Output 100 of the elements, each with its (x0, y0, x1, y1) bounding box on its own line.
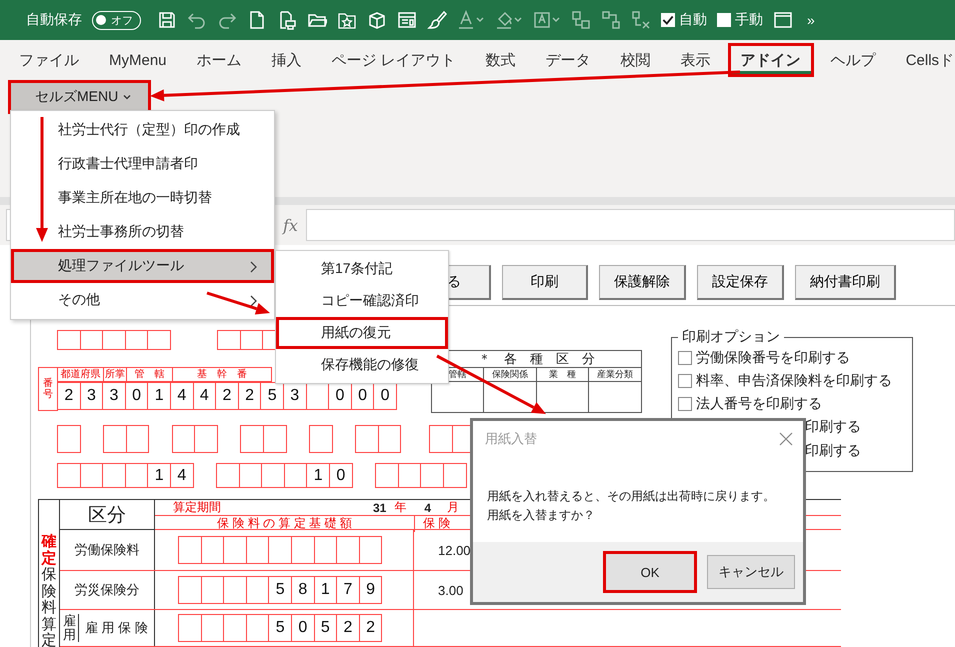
form-cell (336, 536, 360, 564)
ribbon-tab[interactable]: ホーム (184, 43, 255, 77)
form-cell: 0 (124, 382, 148, 410)
form-cell (124, 463, 148, 488)
sheet-button[interactable]: 保護解除 (599, 265, 686, 300)
form-cell: 1 (147, 463, 171, 488)
form-cell (238, 463, 262, 488)
form-cell (309, 425, 333, 453)
form-cell (147, 330, 171, 350)
form-cell (284, 463, 308, 488)
shapes-cross-icon[interactable] (631, 10, 651, 30)
form-cell (261, 463, 285, 488)
ribbon-tab[interactable]: MyMenu (96, 43, 180, 77)
ribbon-tab[interactable]: Cellsド (892, 43, 955, 77)
checkbox[interactable] (678, 374, 692, 388)
column-header: 保険関係 (484, 368, 537, 382)
form-cell: 0 (329, 463, 353, 488)
checkbox[interactable] (661, 13, 675, 27)
checkbox[interactable] (717, 13, 731, 27)
sheet-button[interactable]: 印刷 (502, 265, 588, 300)
form-cell: 2 (238, 382, 262, 410)
form-cell: 0 (290, 614, 315, 642)
form-icon[interactable] (397, 10, 417, 30)
menu-item[interactable]: コピー確認済印 (276, 285, 448, 317)
form-cell (57, 425, 81, 453)
form-cell: 4 (192, 382, 216, 410)
menu-item[interactable]: 処理ファイルツール (11, 249, 274, 283)
year-label: 年 (394, 499, 406, 516)
checkbox[interactable] (678, 396, 692, 410)
month-value: 4 (424, 500, 432, 514)
form-cell (246, 576, 270, 604)
form-cell (240, 425, 264, 453)
ribbon-tab[interactable]: アドイン (728, 43, 814, 77)
function-label[interactable]: fx (283, 216, 298, 234)
form-cell (223, 576, 247, 604)
form-cell: 1 (306, 463, 330, 488)
menu-item[interactable]: その他 (11, 283, 274, 317)
shapes-icon[interactable] (571, 10, 591, 30)
menu-item[interactable]: 行政書士代理申請者印 (11, 147, 274, 181)
annotation-arrow (206, 292, 270, 314)
checkbox[interactable] (678, 350, 692, 364)
form-cell: 2 (358, 614, 382, 642)
form-cell (200, 576, 224, 604)
chevron-right-icon (249, 295, 257, 307)
menu-item[interactable]: 保存機能の修復 (276, 349, 448, 381)
dialog-title: 用紙入替 (485, 430, 537, 448)
form-cell (420, 463, 444, 488)
column-header: 業 種 (536, 368, 590, 382)
ribbon-tab[interactable]: データ (532, 43, 604, 77)
form-cell (240, 330, 264, 350)
close-icon[interactable] (779, 432, 793, 446)
ribbon-tab[interactable]: 校閲 (608, 43, 664, 77)
ribbon-tab[interactable]: 表示 (668, 43, 724, 77)
autosave-toggle[interactable]: オフ (92, 10, 141, 30)
form-cell (398, 463, 422, 488)
window-icon[interactable] (773, 10, 793, 30)
brush-icon[interactable] (427, 10, 447, 30)
dialog-message: 用紙を入替ますか？ (487, 507, 596, 524)
form-cell (375, 463, 399, 488)
form-cell (178, 536, 202, 564)
form-cell (246, 536, 270, 564)
column-header: 管 轄 (126, 367, 173, 382)
menu-item[interactable]: 社労士代行（定型）印の作成 (11, 113, 274, 147)
menu-item[interactable]: 事業主所在地の一時切替 (11, 181, 274, 215)
text-box-icon[interactable] (533, 10, 561, 30)
sheet-button[interactable]: 設定保存 (697, 265, 784, 300)
form-cell: 5 (268, 614, 292, 642)
shapes-icon[interactable] (601, 10, 621, 30)
fill-color-icon[interactable] (495, 10, 523, 30)
menu-item[interactable]: 社労士事務所の切替 (11, 215, 274, 249)
form-cell (216, 330, 241, 350)
formula-field[interactable] (306, 209, 955, 241)
sheet-button[interactable]: 納付書印刷 (795, 265, 896, 300)
ribbon-tab[interactable]: 数式 (472, 43, 529, 77)
form-cell: 8 (290, 576, 315, 604)
side-mark: 確定 (42, 534, 56, 567)
ribbon-tab[interactable]: 挿入 (258, 43, 315, 77)
menu-item[interactable]: 第17条付記 (276, 253, 448, 285)
form-cell: 5 (314, 614, 338, 642)
form-cell (194, 425, 218, 453)
ribbon-tab[interactable]: ページ レイアウト (318, 43, 469, 77)
save-icon[interactable] (157, 10, 177, 30)
column-header: 所掌 (103, 367, 127, 382)
package-icon[interactable] (367, 10, 387, 30)
ribbon-tab[interactable]: ヘルプ (818, 43, 889, 77)
group-label: 雇用 (63, 614, 79, 642)
overflow-chevron[interactable]: » (807, 12, 815, 28)
ribbon-tab[interactable]: ファイル (6, 43, 92, 77)
chevron-right-icon (249, 261, 257, 273)
option-label: 労働保険番号を印刷する (696, 348, 850, 366)
form-cell (223, 614, 247, 642)
dialog-button[interactable]: OK (603, 551, 697, 593)
column-header: 保 険 料 の 算 定 基 礎 額 (155, 514, 415, 532)
group-title: 印刷オプション (681, 328, 781, 346)
form-cell (355, 425, 379, 453)
period-label: 算定期間 (172, 499, 222, 516)
dialog-button[interactable]: キャンセル (707, 555, 795, 589)
menu-item[interactable]: 用紙の復元 (276, 317, 448, 349)
font-color-icon[interactable] (457, 10, 485, 30)
form-cell (290, 536, 315, 564)
